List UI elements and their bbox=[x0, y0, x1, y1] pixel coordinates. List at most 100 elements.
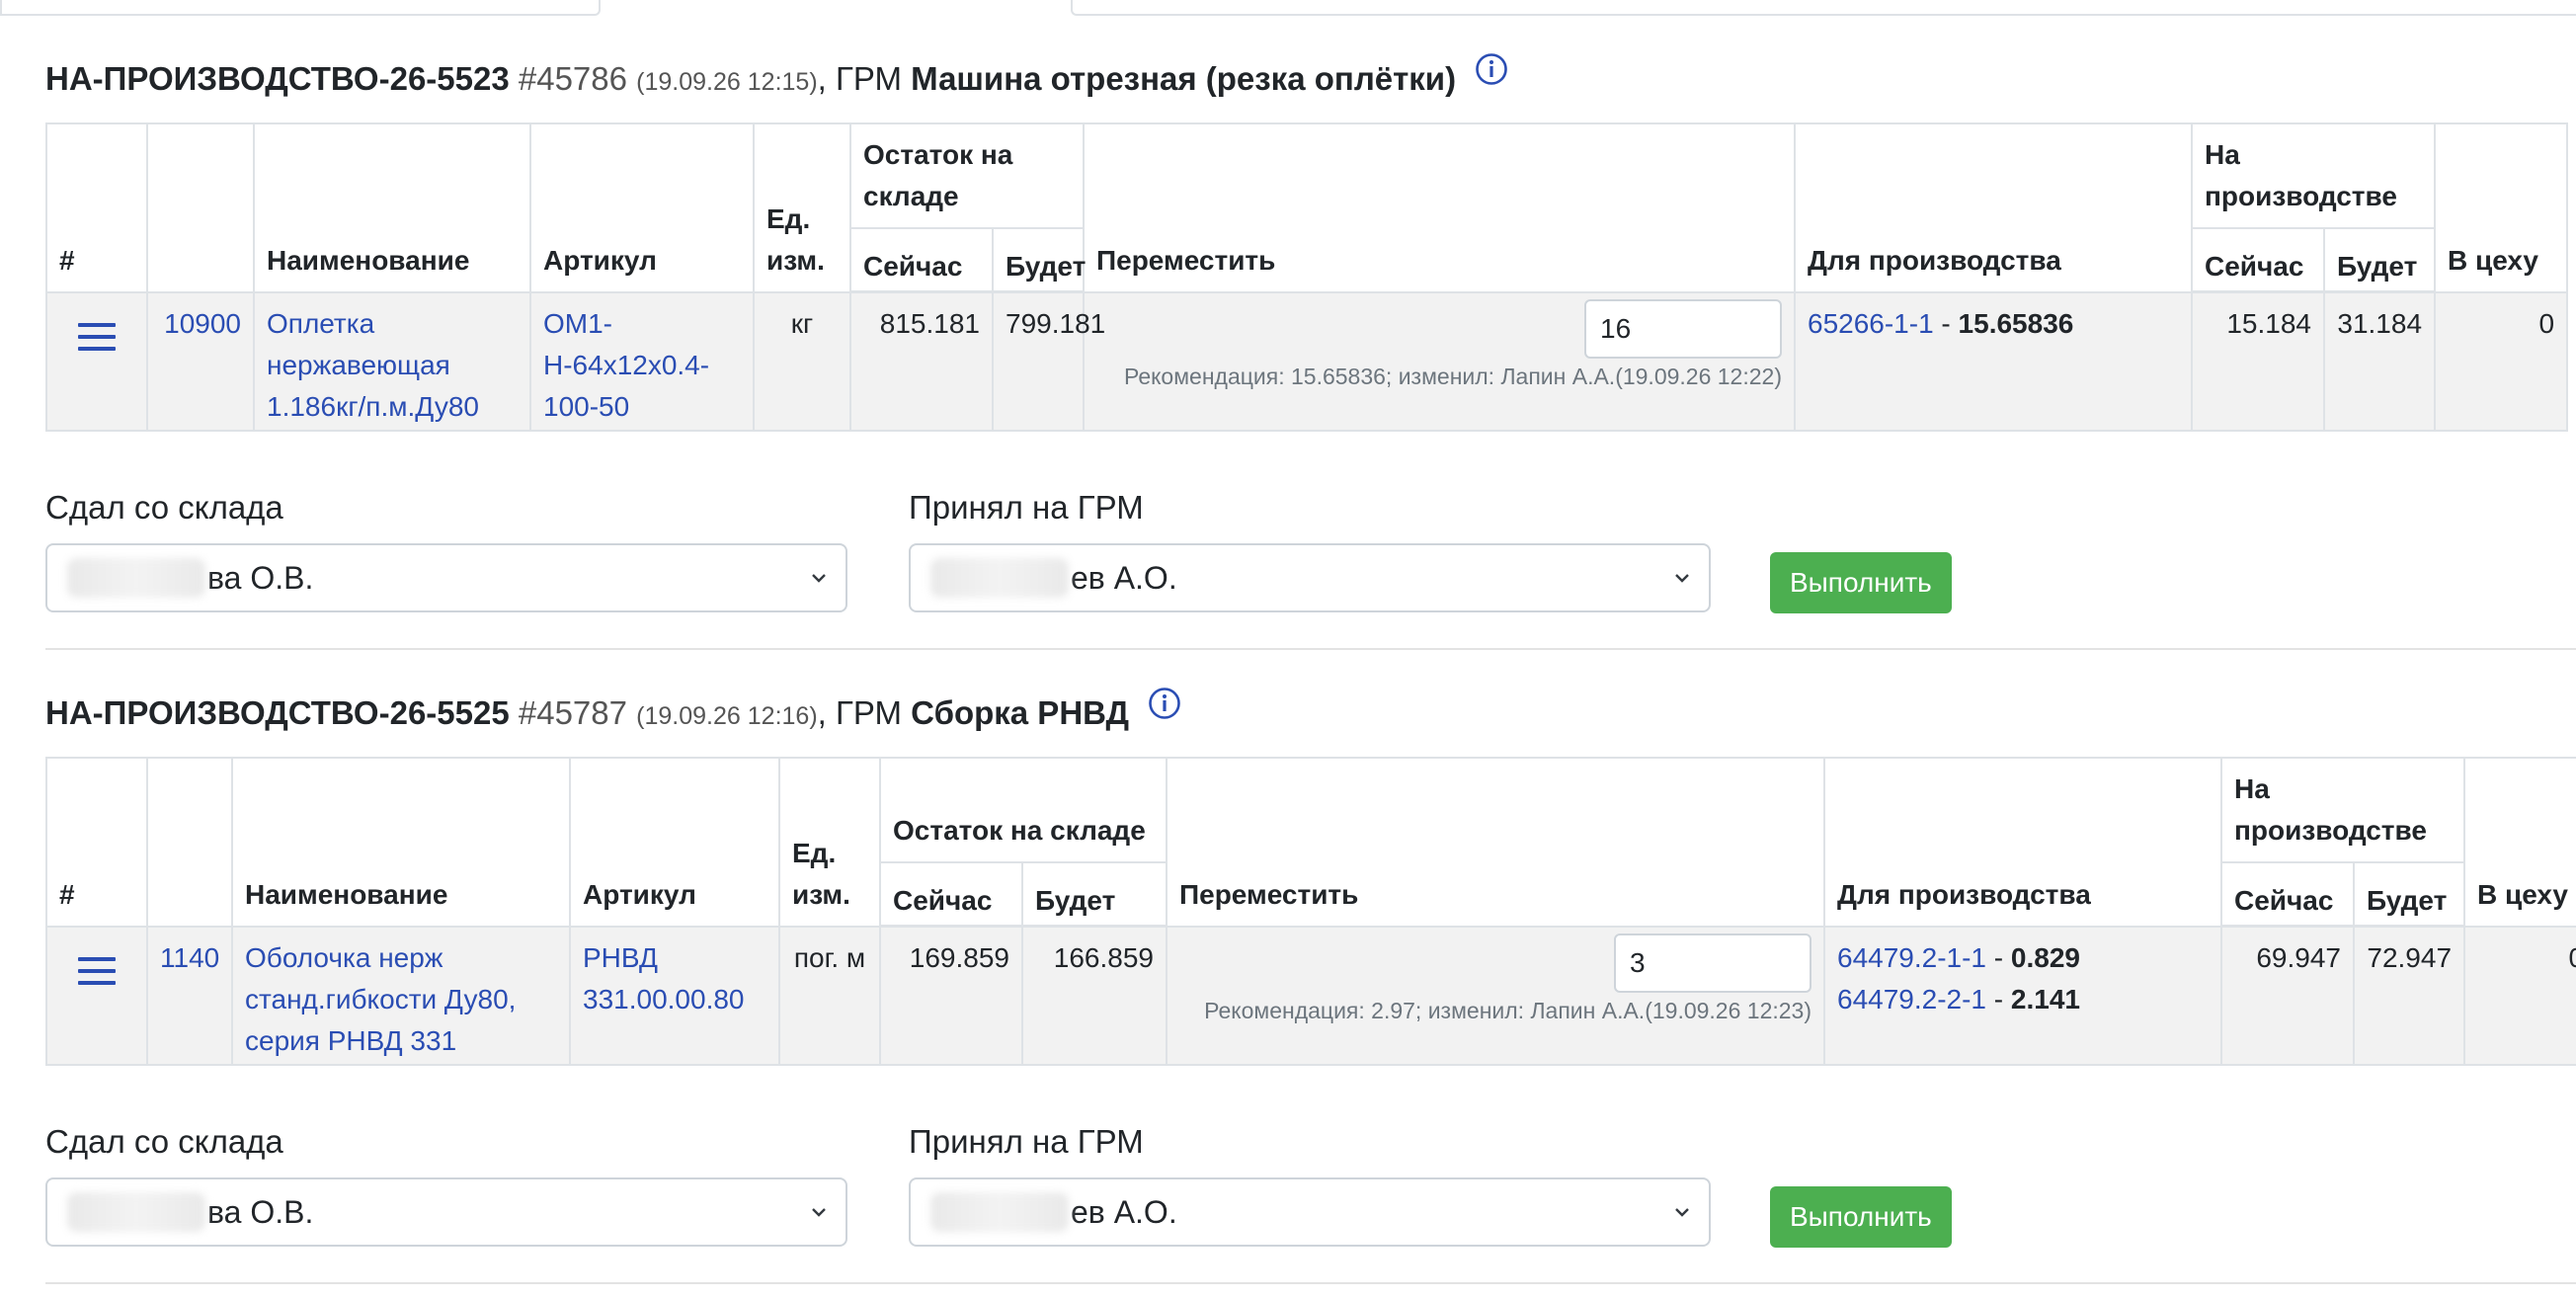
prod-now-value: 15.184 bbox=[2191, 290, 2325, 432]
move-cell: Рекомендация: 15.65836; изменил: Лапин А… bbox=[1083, 290, 1796, 432]
move-quantity-input[interactable] bbox=[1614, 933, 1811, 993]
stock-now-value: 169.859 bbox=[879, 925, 1023, 1066]
accepted-grm-value: ев А.О. bbox=[1071, 560, 1177, 596]
item-article-link[interactable]: ОМ1-Н-64х12х0.4-100-50 bbox=[543, 308, 709, 422]
col-for-production: Для производства bbox=[1823, 757, 2222, 928]
chevron-down-icon bbox=[1675, 574, 1689, 583]
info-icon[interactable] bbox=[1148, 680, 1181, 739]
col-stock-now: Сейчас bbox=[879, 861, 1023, 928]
production-sep: - bbox=[1986, 941, 2011, 973]
item-article-cell: РНВД 331.00.00.80 bbox=[569, 925, 780, 1066]
production-entry: 65266-1-1 - 15.65836 bbox=[1808, 303, 2179, 345]
col-stock-group: Остаток на складе bbox=[849, 122, 1085, 229]
col-name: Наименование bbox=[253, 122, 531, 293]
col-prod-now: Сейчас bbox=[2191, 227, 2325, 293]
col-stock-will: Будет bbox=[1021, 861, 1167, 928]
production-qty: 0.829 bbox=[2010, 941, 2080, 973]
machine-name: Сборка РНВД bbox=[911, 694, 1130, 731]
machine-name: Машина отрезная (резка оплётки) bbox=[911, 60, 1457, 97]
col-id bbox=[146, 757, 233, 928]
production-sep: - bbox=[1933, 307, 1959, 339]
stock-will-value: 166.859 bbox=[1021, 925, 1167, 1066]
top-left-field bbox=[0, 0, 601, 16]
order-title: НА-ПРОИЗВОДСТВО-26-5523 #45786 (19.09.26… bbox=[45, 49, 1508, 109]
production-entry: 64479.2-1-1 - 0.829 bbox=[1837, 937, 2209, 979]
redacted-name bbox=[930, 557, 1069, 598]
col-in-shop: В цеху bbox=[2434, 122, 2569, 293]
items-table: # Наименование Артикул Ед. изм. Остаток … bbox=[45, 122, 2569, 432]
accepted-grm-value: ев А.О. bbox=[1071, 1194, 1177, 1230]
items-table: # Наименование Артикул Ед. изм. Остаток … bbox=[45, 757, 2576, 1066]
for-production-cell: 64479.2-1-1 - 0.829 64479.2-2-1 - 2.141 bbox=[1823, 925, 2222, 1066]
for-production-cell: 65266-1-1 - 15.65836 bbox=[1794, 290, 2193, 432]
move-quantity-input[interactable] bbox=[1584, 298, 1782, 359]
menu-icon[interactable] bbox=[78, 956, 116, 985]
accepted-grm-select[interactable]: ев А.О. bbox=[909, 1177, 1711, 1247]
move-cell: Рекомендация: 2.97; изменил: Лапин А.А.(… bbox=[1166, 925, 1825, 1066]
col-name: Наименование bbox=[231, 757, 571, 928]
item-id-link[interactable]: 1140 bbox=[160, 942, 219, 973]
col-article: Артикул bbox=[569, 757, 780, 928]
grm-prefix: , ГРМ bbox=[817, 60, 912, 97]
sign-block: Сдал со склада ва О.В. Принял на ГРМ ев … bbox=[45, 1089, 2576, 1248]
info-icon[interactable] bbox=[1475, 45, 1508, 105]
prod-now-value: 69.947 bbox=[2220, 925, 2355, 1066]
prod-will-value: 31.184 bbox=[2322, 290, 2437, 432]
col-stock-now: Сейчас bbox=[849, 227, 994, 293]
accepted-grm-select[interactable]: ев А.О. bbox=[909, 543, 1711, 612]
item-name-cell: Оболочка нерж станд.гибкости Ду80, серия… bbox=[231, 925, 571, 1066]
order-date: (19.09.26 12:16) bbox=[636, 702, 818, 730]
from-warehouse-select[interactable]: ва О.В. bbox=[45, 1177, 847, 1247]
accepted-grm-label: Принял на ГРМ bbox=[909, 1123, 1144, 1160]
production-link[interactable]: 64479.2-1-1 bbox=[1837, 942, 1986, 973]
recommendation-text: Рекомендация: 2.97; изменил: Лапин А.А.(… bbox=[1204, 997, 1811, 1023]
item-name-link[interactable]: Оболочка нерж станд.гибкости Ду80, серия… bbox=[245, 942, 516, 1056]
chevron-down-icon bbox=[812, 574, 826, 583]
col-id bbox=[146, 122, 255, 293]
execute-button[interactable]: Выполнить bbox=[1770, 1186, 1952, 1248]
recommendation-text: Рекомендация: 15.65836; изменил: Лапин А… bbox=[1123, 363, 1782, 389]
col-prod-will: Будет bbox=[2352, 861, 2466, 928]
production-link[interactable]: 64479.2-2-1 bbox=[1837, 984, 1986, 1014]
table-row: 10900 Оплетка нержавеющая 1.186кг/п.м.Ду… bbox=[45, 290, 2569, 432]
item-article-cell: ОМ1-Н-64х12х0.4-100-50 bbox=[529, 290, 755, 432]
col-move: Переместить bbox=[1166, 757, 1825, 928]
item-id-link[interactable]: 10900 bbox=[164, 308, 241, 339]
item-article-link[interactable]: РНВД 331.00.00.80 bbox=[583, 942, 745, 1014]
production-link[interactable]: 65266-1-1 bbox=[1808, 308, 1934, 339]
item-name-cell: Оплетка нержавеющая 1.186кг/п.м.Ду80 bbox=[253, 290, 531, 432]
grm-prefix: , ГРМ bbox=[817, 694, 912, 731]
col-article: Артикул bbox=[529, 122, 755, 293]
sign-block: Сдал со склада ва О.В. Принял на ГРМ ев … bbox=[45, 454, 2576, 613]
production-qty: 15.65836 bbox=[1958, 307, 2074, 339]
item-name-link[interactable]: Оплетка нержавеющая 1.186кг/п.м.Ду80 bbox=[267, 308, 479, 422]
order-date: (19.09.26 12:15) bbox=[636, 68, 818, 96]
item-unit: пог. м bbox=[778, 925, 881, 1066]
stock-will-value: 799.181 bbox=[992, 290, 1105, 432]
col-production-group: На производстве bbox=[2190, 122, 2437, 229]
col-prod-now: Сейчас bbox=[2220, 861, 2355, 928]
redacted-name bbox=[930, 1191, 1069, 1232]
col-hash: # bbox=[45, 122, 148, 293]
order-code: НА-ПРОИЗВОДСТВО-26-5525 bbox=[45, 694, 510, 731]
chevron-down-icon bbox=[812, 1208, 826, 1217]
col-unit: Ед. изм. bbox=[753, 122, 851, 293]
execute-button[interactable]: Выполнить bbox=[1770, 552, 1952, 613]
from-warehouse-value: ва О.В. bbox=[207, 560, 314, 596]
top-form-remnant bbox=[0, 0, 2576, 18]
order-number: #45787 bbox=[518, 694, 627, 731]
from-warehouse-select[interactable]: ва О.В. bbox=[45, 543, 847, 612]
col-for-production: Для производства bbox=[1794, 122, 2193, 293]
stock-now-value: 815.181 bbox=[849, 290, 994, 432]
production-sep: - bbox=[1986, 983, 2011, 1014]
col-in-shop: В цеху bbox=[2463, 757, 2576, 928]
order-title: НА-ПРОИЗВОДСТВО-26-5525 #45787 (19.09.26… bbox=[45, 684, 1181, 743]
redacted-name bbox=[67, 557, 205, 598]
in-shop-value: 0 bbox=[2434, 290, 2569, 432]
table-row: 1140 Оболочка нерж станд.гибкости Ду80, … bbox=[45, 925, 2576, 1066]
item-id-cell: 10900 bbox=[146, 290, 255, 432]
redacted-name bbox=[67, 1191, 205, 1232]
production-qty: 2.141 bbox=[2010, 983, 2080, 1014]
menu-icon[interactable] bbox=[78, 322, 116, 351]
divider bbox=[45, 648, 2576, 650]
